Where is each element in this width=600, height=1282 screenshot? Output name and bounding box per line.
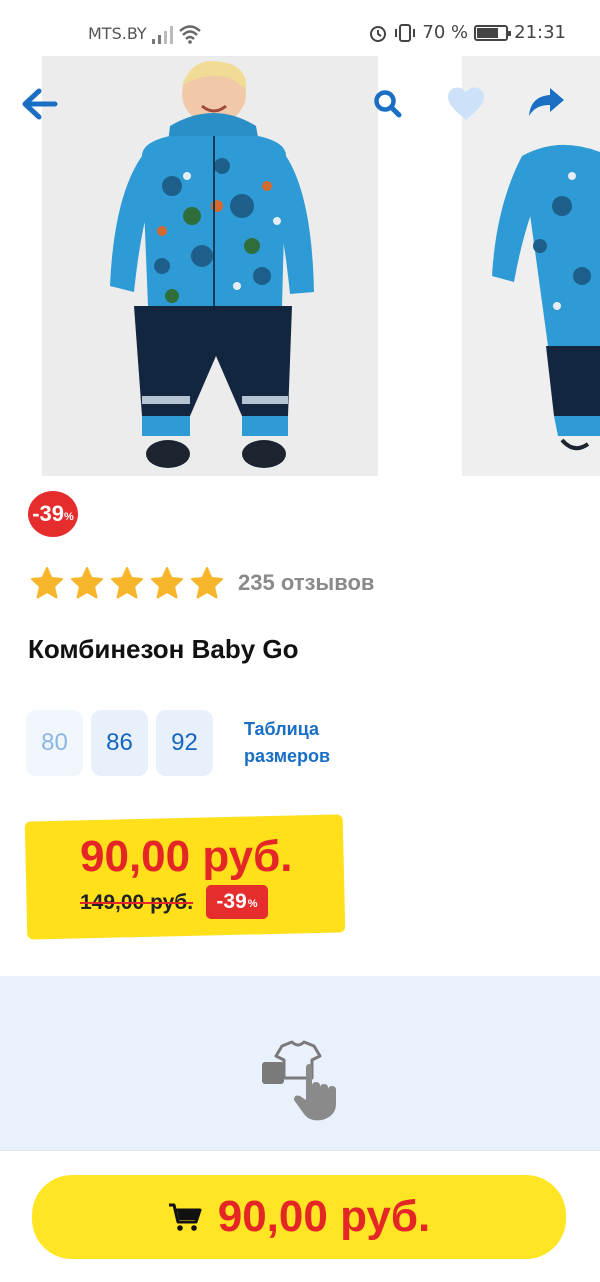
top-toolbar xyxy=(0,80,600,130)
status-right: 70 % 21:31 xyxy=(368,22,566,43)
share-button[interactable] xyxy=(526,82,566,122)
share-icon xyxy=(529,88,564,116)
size-option-86[interactable]: 86 xyxy=(91,710,148,776)
arrow-left-icon xyxy=(22,88,58,120)
size-option-92[interactable]: 92 xyxy=(156,710,213,776)
star-icon xyxy=(111,567,143,599)
alarm-icon xyxy=(370,25,387,42)
search-button[interactable] xyxy=(368,84,408,124)
star-icon xyxy=(191,567,223,599)
wifi-icon xyxy=(179,25,201,44)
rating[interactable]: 235 отзывов xyxy=(30,566,374,600)
back-button[interactable] xyxy=(20,84,60,124)
star-icon xyxy=(31,567,63,599)
size-selector: 80 86 92 xyxy=(26,710,213,776)
price-discount-badge: -39 % xyxy=(206,885,268,919)
price-discount-value: -39 xyxy=(216,890,247,913)
signal-icon xyxy=(152,26,173,44)
search-icon xyxy=(374,90,402,118)
size-table-link[interactable]: Таблица размеров xyxy=(244,716,354,770)
battery-percent: 70 % xyxy=(422,22,469,43)
current-price: 90,00 руб. xyxy=(80,832,293,881)
add-to-cart-button[interactable]: 90,00 руб. xyxy=(32,1175,566,1259)
discount-badge: -39 % xyxy=(28,491,78,537)
discount-unit: % xyxy=(64,511,74,523)
size-option-80[interactable]: 80 xyxy=(26,710,83,776)
bottom-bar: 90,00 руб. xyxy=(0,1150,600,1282)
carrier-label: MTS.BY xyxy=(88,24,147,43)
product-title: Комбинезон Baby Go xyxy=(28,634,299,664)
reviews-count[interactable]: 235 отзывов xyxy=(238,570,374,596)
try-on-icon xyxy=(262,1040,336,1121)
clock: 21:31 xyxy=(514,22,566,43)
discount-value: -39 xyxy=(32,501,64,526)
star-icon xyxy=(71,567,103,599)
vibrate-icon xyxy=(395,23,416,42)
price-discount-unit: % xyxy=(247,898,258,910)
old-price: 149,00 руб. xyxy=(80,891,194,914)
favorite-button[interactable] xyxy=(446,84,486,124)
heart-icon xyxy=(448,87,484,120)
battery-icon xyxy=(474,24,512,41)
star-icon xyxy=(151,567,183,599)
buy-button-price: 90,00 руб. xyxy=(217,1192,431,1241)
try-on-panel[interactable] xyxy=(0,976,600,1150)
cart-icon xyxy=(168,1203,202,1231)
